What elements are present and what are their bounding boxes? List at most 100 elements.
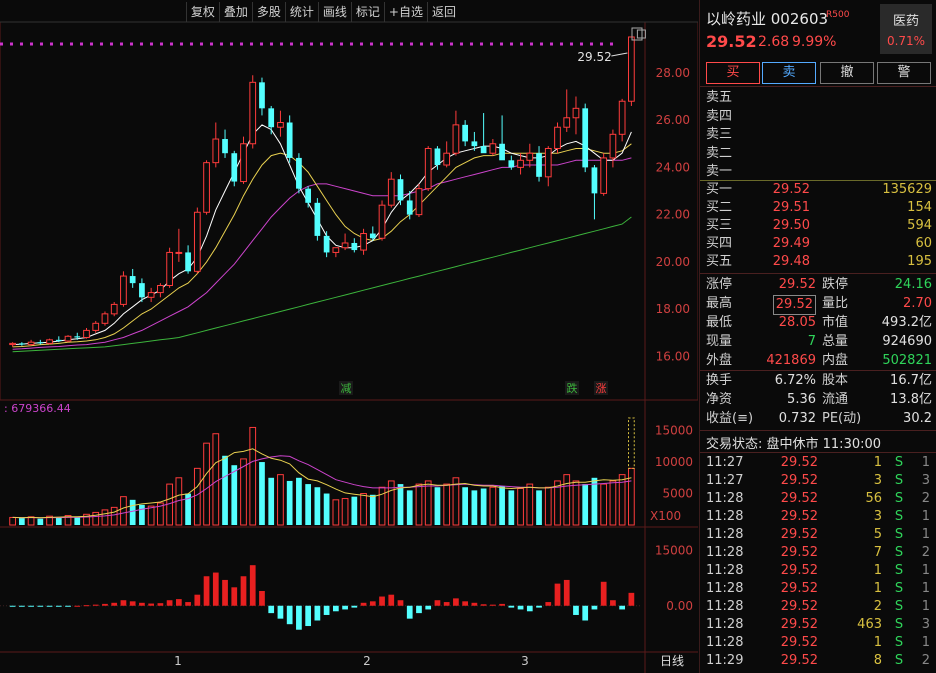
signal-marker: 涨 bbox=[596, 382, 607, 395]
buy-level[interactable]: 买五 29.48 195 bbox=[706, 253, 932, 271]
candle-body bbox=[55, 339, 62, 342]
tick-row: 11:28 29.52 463 S 3 bbox=[706, 616, 932, 634]
sell-level[interactable]: 卖四 bbox=[706, 108, 932, 126]
candle-body bbox=[110, 303, 118, 315]
candle-body bbox=[27, 341, 35, 346]
volume-bar bbox=[231, 465, 238, 525]
stat-row: 净资 5.36 流通 13.8亿 bbox=[706, 391, 932, 409]
macd-bar bbox=[212, 572, 219, 606]
volume-bar bbox=[489, 486, 497, 526]
macd-bar bbox=[175, 599, 182, 606]
buy-level[interactable]: 买三 29.50 594 bbox=[706, 217, 932, 235]
buy-level[interactable]: 买四 29.49 60 bbox=[706, 235, 932, 253]
macd-bar bbox=[591, 605, 598, 610]
candle-body bbox=[360, 233, 367, 251]
chart-toolbar: 复权 叠加 多股 统计 画线 标记 +自选 返回 bbox=[185, 2, 460, 22]
buy-button[interactable]: 买 bbox=[706, 62, 760, 84]
sell-level-label: 卖五 bbox=[706, 90, 733, 105]
kline-chart-area[interactable]: 28.00 26.00 24.00 22.00 20.00 18.00 16.00 29.52… bbox=[0, 0, 698, 673]
tick-price: 29.52 bbox=[780, 509, 818, 524]
price-tick-label: 26.00 bbox=[656, 113, 690, 127]
candle-body bbox=[203, 162, 210, 213]
sell-button[interactable]: 卖 bbox=[762, 62, 816, 84]
buy-level[interactable]: 买一 29.52 135629 bbox=[706, 181, 932, 199]
volume-bar bbox=[92, 511, 100, 526]
candle-body bbox=[628, 36, 635, 102]
macd-bar bbox=[259, 591, 265, 606]
volume-bar bbox=[222, 455, 228, 525]
sell-level-label: 卖一 bbox=[706, 164, 733, 179]
macd-tick-label: 15000 bbox=[655, 543, 693, 557]
tick-volume: 463 bbox=[857, 617, 882, 632]
candle-body bbox=[609, 133, 617, 159]
stat-row: 涨停 29.52 跌停 24.16 bbox=[706, 276, 932, 294]
candle-body bbox=[120, 275, 127, 305]
macd-bar bbox=[74, 605, 81, 607]
tick-side: S bbox=[894, 599, 904, 614]
macd-bar bbox=[296, 605, 302, 630]
sell-level[interactable]: 卖二 bbox=[706, 145, 932, 163]
sell-level[interactable]: 卖一 bbox=[706, 163, 932, 181]
toolbar-button[interactable]: 统计 bbox=[284, 2, 318, 22]
candle-body bbox=[157, 285, 164, 294]
kline-chart-svg[interactable]: 28.0026.0024.0022.0020.0018.0016.0029.52… bbox=[0, 0, 698, 673]
tick-side: S bbox=[894, 545, 904, 560]
macd-bar bbox=[369, 601, 376, 606]
sell-level[interactable]: 卖五 bbox=[706, 89, 932, 107]
toolbar-button[interactable]: 画线 bbox=[317, 2, 351, 22]
sell-level[interactable]: 卖三 bbox=[706, 126, 932, 144]
price-change-pct: 9.99% bbox=[792, 34, 837, 50]
toolbar-button[interactable]: 返回 bbox=[426, 2, 460, 22]
divider bbox=[700, 452, 936, 453]
stat-row: 换手 6.72% 股本 16.7亿 bbox=[706, 372, 932, 390]
stat-label: 外盘 bbox=[706, 353, 733, 368]
stat-value: 29.52 bbox=[778, 277, 816, 292]
toolbar-button[interactable]: +自选 bbox=[383, 2, 427, 22]
tick-side: S bbox=[894, 455, 904, 470]
buy-level-price: 29.50 bbox=[772, 218, 810, 233]
macd-bar bbox=[268, 605, 275, 614]
tick-count: 1 bbox=[921, 599, 930, 614]
sector-box[interactable]: 医药 0.71% bbox=[880, 4, 932, 54]
candle-body bbox=[305, 188, 312, 203]
candle-body bbox=[582, 108, 589, 168]
buy-level[interactable]: 买二 29.51 154 bbox=[706, 199, 932, 217]
stat-value: 13.8亿 bbox=[890, 392, 932, 407]
tick-row: 11:27 29.52 1 S 1 bbox=[706, 454, 932, 472]
macd-bar bbox=[379, 596, 385, 606]
stat-value: 16.7亿 bbox=[890, 373, 932, 388]
tick-row: 11:28 29.52 5 S 1 bbox=[706, 526, 932, 544]
buy-level-label: 买二 bbox=[706, 200, 733, 215]
buy-level-volume: 594 bbox=[907, 218, 932, 233]
toolbar-button[interactable]: 标记 bbox=[350, 2, 384, 22]
alert-button[interactable]: 警 bbox=[877, 62, 931, 84]
tick-row: 11:27 29.52 3 S 3 bbox=[706, 472, 932, 490]
macd-bar bbox=[323, 605, 330, 615]
stat-value: 6.72% bbox=[774, 373, 816, 388]
candle-body bbox=[92, 322, 100, 331]
candle-body bbox=[332, 247, 340, 253]
candle-body bbox=[18, 343, 25, 345]
trade-status: 交易状态: 盘中休市 11:30:00 bbox=[706, 437, 882, 452]
volume-bar bbox=[508, 490, 515, 525]
divider bbox=[700, 430, 936, 431]
cancel-button[interactable]: 撤 bbox=[820, 62, 874, 84]
candle-body bbox=[185, 252, 191, 272]
macd-bar bbox=[314, 605, 321, 621]
tick-side: S bbox=[894, 491, 904, 506]
macd-bar bbox=[9, 605, 16, 607]
macd-bar bbox=[416, 605, 422, 614]
volume-bar bbox=[462, 487, 469, 525]
tick-side: S bbox=[894, 581, 904, 596]
toolbar-button[interactable]: 多股 bbox=[251, 2, 285, 22]
toolbar-button[interactable]: 叠加 bbox=[218, 2, 252, 22]
tick-side: S bbox=[894, 653, 904, 668]
tick-time: 11:28 bbox=[706, 599, 744, 614]
candle-body bbox=[101, 313, 109, 324]
quote-panel: 以岭药业 002603 R500 医药 0.71% 29.52 2.68 9.9… bbox=[699, 0, 936, 673]
candle-body bbox=[193, 211, 201, 272]
stat-value: 493.2亿 bbox=[881, 315, 932, 330]
toolbar-button[interactable]: 复权 bbox=[185, 2, 219, 22]
tick-time: 11:27 bbox=[706, 473, 744, 488]
stat-label: 最高 bbox=[706, 296, 733, 311]
